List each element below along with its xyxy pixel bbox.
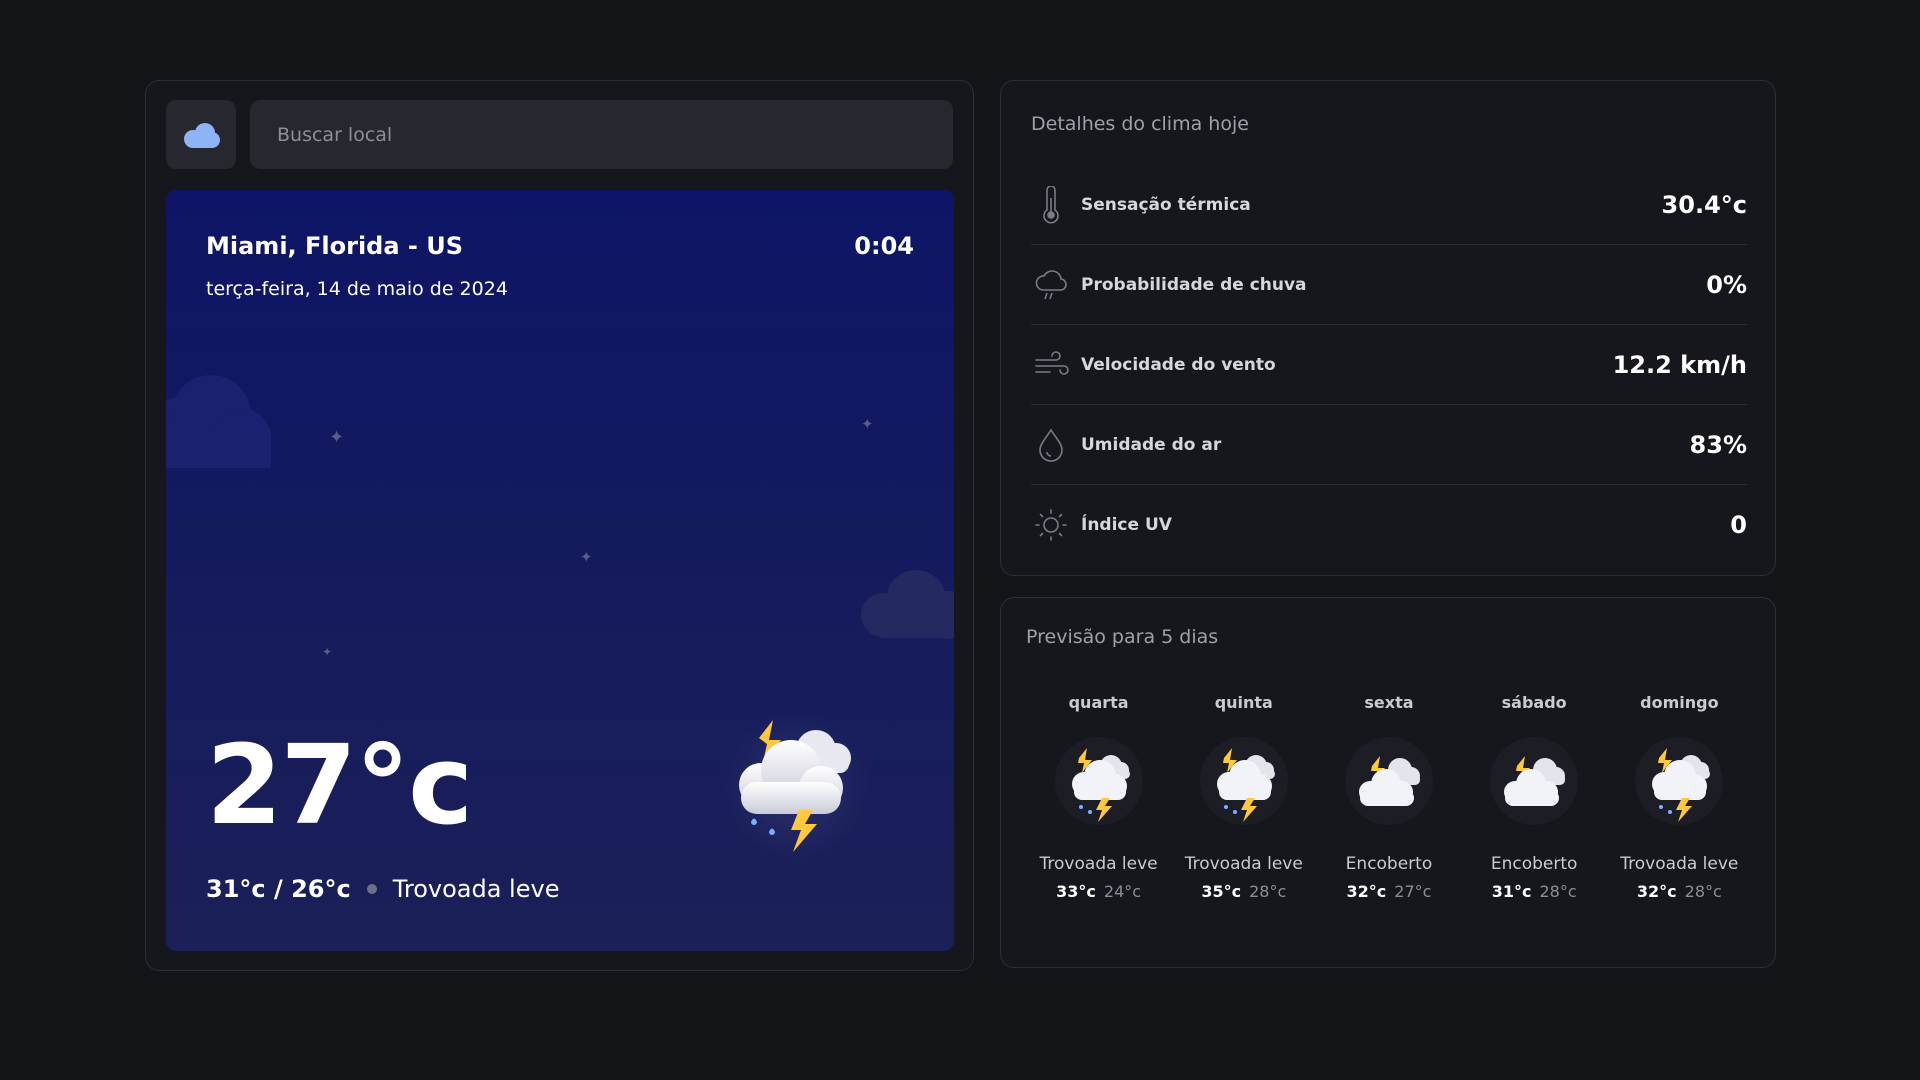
day-condition: Trovoada leve bbox=[1039, 854, 1158, 874]
search-box[interactable] bbox=[250, 100, 953, 169]
droplet-icon bbox=[1031, 425, 1071, 465]
day-temperatures: 32°c 28°c bbox=[1637, 882, 1722, 901]
background-cloud-icon bbox=[861, 570, 954, 639]
current-weather-panel: ✦ ✦ ✦ ✦ Miami, Florida - US 0:04 terça-f… bbox=[145, 80, 974, 971]
forecast-title: Previsão para 5 dias bbox=[1026, 626, 1219, 648]
forecast-day: domingo Trovoada leve 32°c 28°c bbox=[1607, 693, 1752, 901]
day-temperatures: 35°c 28°c bbox=[1201, 882, 1286, 901]
search-input[interactable] bbox=[277, 123, 953, 146]
day-max-temp: 33°c bbox=[1056, 882, 1096, 901]
wind-icon bbox=[1031, 345, 1071, 385]
location-name: Miami, Florida - US bbox=[206, 232, 464, 260]
overcast-icon bbox=[1344, 737, 1433, 825]
detail-value: 0 bbox=[1730, 511, 1747, 539]
detail-row-uv-index: Índice UV 0 bbox=[1031, 485, 1747, 565]
cloud-logo-icon bbox=[184, 122, 220, 148]
day-name: sábado bbox=[1501, 693, 1567, 712]
day-name: sexta bbox=[1364, 693, 1414, 712]
detail-row-humidity: Umidade do ar 83% bbox=[1031, 405, 1747, 485]
logo-button[interactable] bbox=[166, 100, 236, 169]
star-icon: ✦ bbox=[322, 645, 333, 659]
forecast-day: sexta Encoberto 32°c 27°c bbox=[1316, 693, 1461, 901]
detail-value: 12.2 km/h bbox=[1612, 350, 1747, 379]
thunderstorm-rain-icon bbox=[1199, 737, 1288, 825]
day-max-temp: 32°c bbox=[1636, 882, 1677, 901]
detail-row-wind-speed: Velocidade do vento 12.2 km/h bbox=[1031, 325, 1747, 405]
separator-dot bbox=[366, 884, 377, 894]
star-icon: ✦ bbox=[329, 427, 345, 448]
thermometer-icon bbox=[1031, 185, 1071, 225]
local-time: 0:04 bbox=[854, 232, 914, 260]
day-condition: Trovoada leve bbox=[1184, 854, 1303, 874]
day-condition: Encoberto bbox=[1345, 854, 1433, 874]
detail-label: Índice UV bbox=[1081, 515, 1172, 535]
day-min-temp: 28°c bbox=[1249, 882, 1287, 901]
background-cloud-icon bbox=[166, 375, 271, 468]
detail-value: 30.4°c bbox=[1661, 190, 1747, 219]
day-name: domingo bbox=[1640, 693, 1719, 712]
day-name: quarta bbox=[1068, 693, 1129, 712]
cloud-rain-icon bbox=[1031, 265, 1071, 305]
forecast-day: sábado Encoberto 31°c 28°c bbox=[1462, 693, 1607, 901]
star-icon: ✦ bbox=[580, 548, 593, 566]
details-panel: Detalhes do clima hoje Sensação térmica … bbox=[1000, 80, 1776, 576]
detail-row-rain-chance: Probabilidade de chuva 0% bbox=[1031, 245, 1747, 325]
current-temperature: 27°c bbox=[206, 721, 473, 849]
detail-value: 83% bbox=[1689, 430, 1747, 459]
day-temperatures: 32°c 27°c bbox=[1347, 882, 1432, 901]
sun-icon bbox=[1031, 505, 1071, 545]
current-date: terça-feira, 14 de maio de 2024 bbox=[206, 278, 508, 300]
day-temperatures: 31°c 28°c bbox=[1492, 882, 1577, 901]
temperature-summary: 31°c / 26°c Trovoada leve bbox=[206, 875, 559, 903]
thunderstorm-rain-icon bbox=[1635, 737, 1724, 825]
detail-label: Umidade do ar bbox=[1081, 434, 1222, 455]
day-min-temp: 27°c bbox=[1394, 882, 1432, 901]
day-max-temp: 32°c bbox=[1346, 882, 1387, 901]
min-max-temperature: 31°c / 26°c bbox=[206, 875, 351, 903]
day-name: quinta bbox=[1214, 693, 1273, 712]
thunderstorm-rain-icon bbox=[721, 710, 871, 860]
weather-condition: Trovoada leve bbox=[392, 875, 560, 903]
forecast-day: quinta Trovoada leve 35°c 28°c bbox=[1171, 693, 1316, 901]
details-title: Detalhes do clima hoje bbox=[1031, 113, 1249, 135]
detail-label: Probabilidade de chuva bbox=[1081, 274, 1307, 295]
forecast-day: quarta Trovoada leve 33°c 24°c bbox=[1026, 693, 1171, 901]
day-min-temp: 24°c bbox=[1103, 882, 1142, 901]
day-condition: Trovoada leve bbox=[1620, 854, 1739, 874]
day-min-temp: 28°c bbox=[1539, 882, 1577, 901]
day-max-temp: 35°c bbox=[1201, 882, 1242, 901]
thunderstorm-rain-icon bbox=[1054, 737, 1143, 825]
day-max-temp: 31°c bbox=[1491, 882, 1532, 901]
detail-row-feels-like: Sensação térmica 30.4°c bbox=[1031, 165, 1747, 245]
day-min-temp: 28°c bbox=[1684, 882, 1722, 901]
forecast-list: quarta Trovoada leve 33°c 24°c quinta Tr… bbox=[1026, 693, 1752, 901]
star-icon: ✦ bbox=[861, 415, 874, 433]
day-condition: Encoberto bbox=[1490, 854, 1578, 874]
detail-value: 0% bbox=[1706, 270, 1747, 299]
day-temperatures: 33°c 24°c bbox=[1056, 882, 1141, 901]
detail-label: Velocidade do vento bbox=[1081, 354, 1276, 375]
detail-label: Sensação térmica bbox=[1081, 194, 1251, 215]
current-weather-card: ✦ ✦ ✦ ✦ Miami, Florida - US 0:04 terça-f… bbox=[166, 190, 954, 951]
overcast-icon bbox=[1490, 737, 1579, 825]
forecast-panel: Previsão para 5 dias quarta Trovoada lev… bbox=[1000, 597, 1776, 968]
